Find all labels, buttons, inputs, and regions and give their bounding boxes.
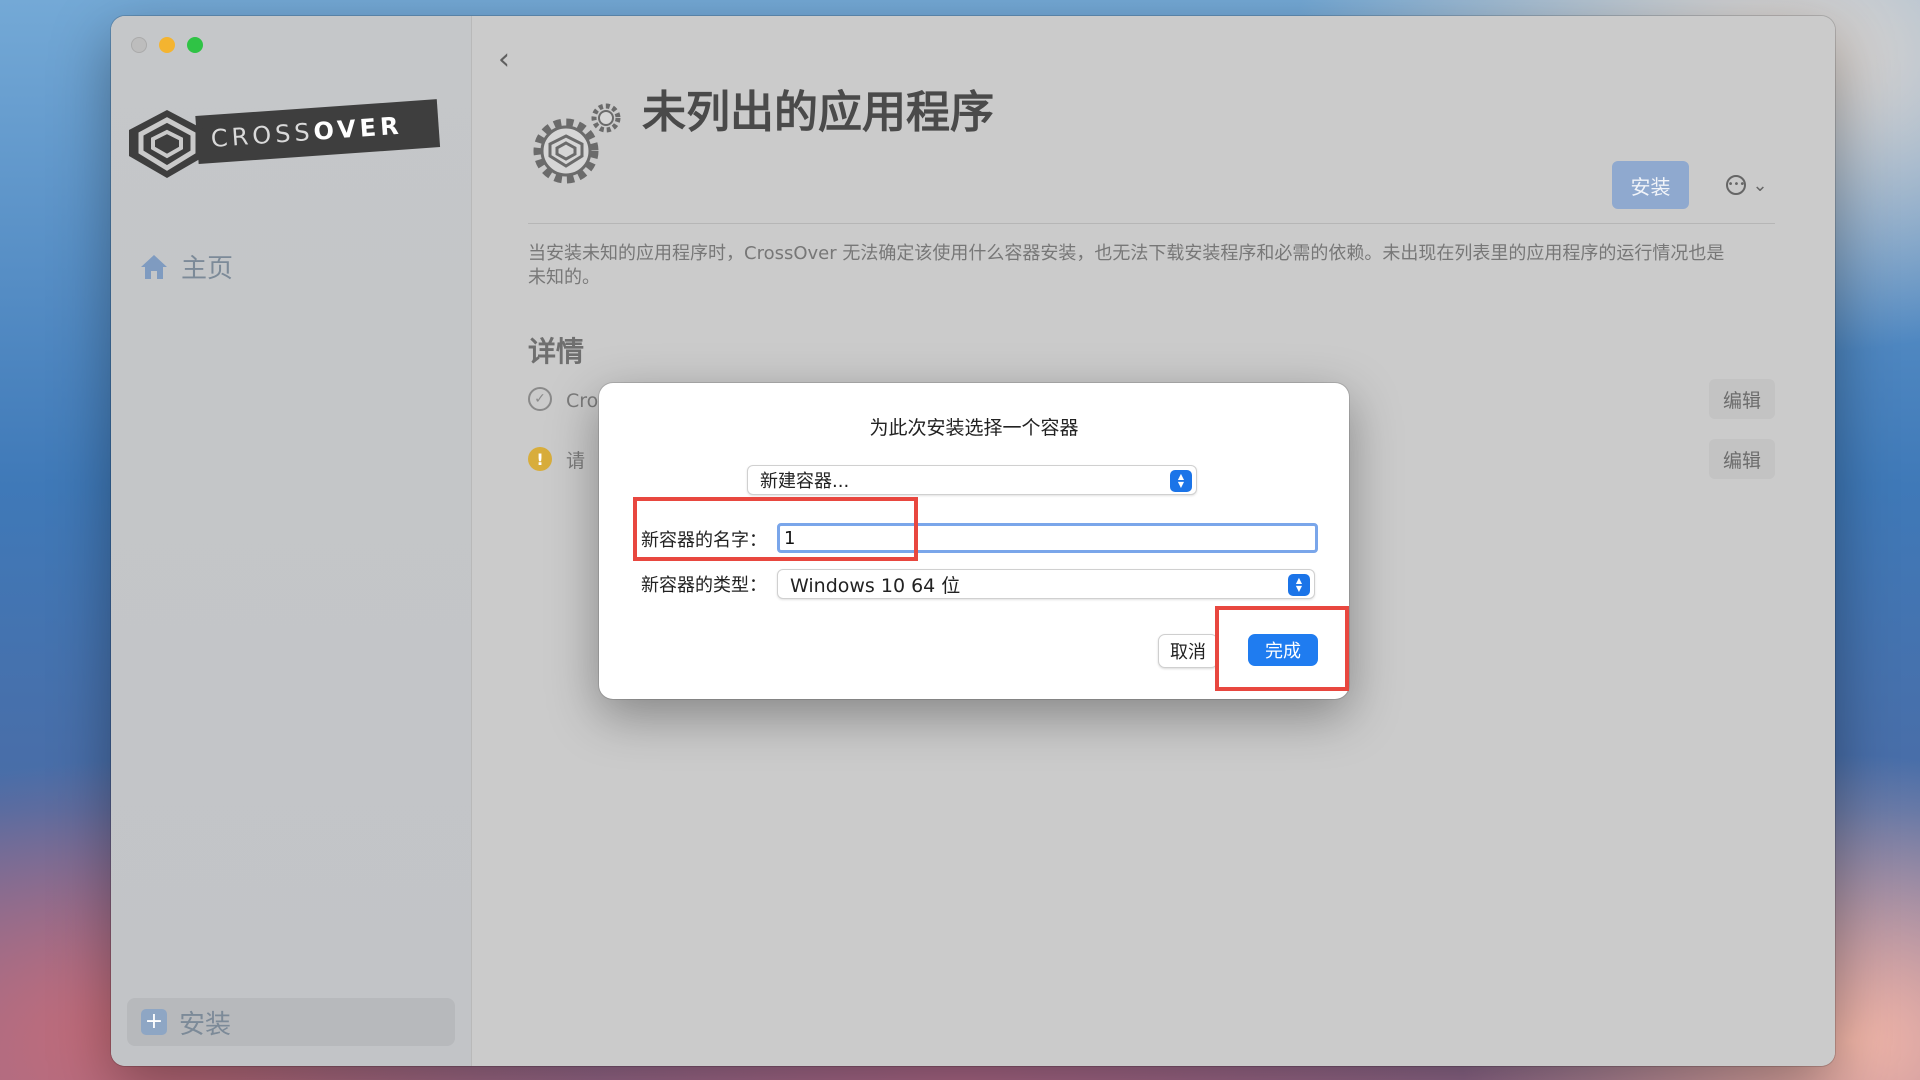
cancel-button[interactable]: 取消 — [1158, 634, 1218, 668]
more-actions-button[interactable]: ••• ⌄ — [1712, 166, 1782, 204]
up-down-chevron-icon: ▲ ▼ — [1288, 574, 1310, 596]
details-heading: 详情 — [528, 335, 585, 368]
edit-button[interactable]: 编辑 — [1709, 439, 1775, 479]
sidebar-install-label: 安装 — [179, 1009, 232, 1040]
ellipsis-circle-icon: ••• — [1726, 175, 1747, 195]
minimize-button[interactable] — [159, 37, 175, 53]
logo-text-over: OVER — [312, 111, 404, 146]
container-type-value: Windows 10 64 位 — [790, 574, 961, 597]
description-text: 当安装未知的应用程序时，CrossOver 无法确定该使用什么容器安装，也无法下… — [528, 243, 1725, 288]
logo-band: CROSS OVER — [195, 99, 441, 164]
edit-button[interactable]: 编辑 — [1709, 379, 1775, 419]
sidebar-install-button[interactable]: + 安装 — [127, 998, 455, 1046]
sidebar: CROSS OVER 主页 + 安装 — [111, 16, 472, 1066]
gear-app-icon — [533, 103, 621, 184]
page-title: 未列出的应用程序 — [642, 87, 994, 138]
install-button[interactable]: 安装 — [1612, 161, 1689, 209]
highlight-box-name-field — [633, 497, 918, 561]
warning-icon: ! — [528, 447, 552, 471]
sidebar-item-home-label: 主页 — [181, 254, 234, 284]
sidebar-item-home[interactable]: 主页 — [139, 248, 233, 285]
house-icon — [141, 254, 167, 279]
zoom-button[interactable] — [187, 37, 203, 53]
plus-square-icon: + — [141, 1009, 167, 1035]
dialog-title: 为此次安装选择一个容器 — [869, 417, 1079, 439]
crossover-logo: CROSS OVER — [127, 98, 457, 188]
back-chevron-icon[interactable]: ‹ — [498, 42, 510, 77]
logo-text-cross: CROSS — [209, 117, 315, 153]
crossover-logo-icon — [129, 110, 205, 178]
container-type-select[interactable]: Windows 10 64 位 ▲ ▼ — [777, 569, 1315, 599]
header-divider — [528, 223, 1775, 224]
highlight-box-done-button — [1215, 606, 1349, 691]
close-button[interactable] — [131, 37, 147, 53]
up-down-chevron-icon: ▲ ▼ — [1170, 470, 1192, 492]
chevron-down-icon: ⌄ — [1752, 174, 1768, 196]
window-controls — [131, 37, 203, 53]
container-select-value: 新建容器... — [760, 471, 850, 492]
container-type-label: 新容器的类型： — [641, 575, 767, 596]
container-select[interactable]: 新建容器... ▲ ▼ — [747, 465, 1197, 495]
checkmark-circle-icon: ✓ — [528, 387, 552, 411]
